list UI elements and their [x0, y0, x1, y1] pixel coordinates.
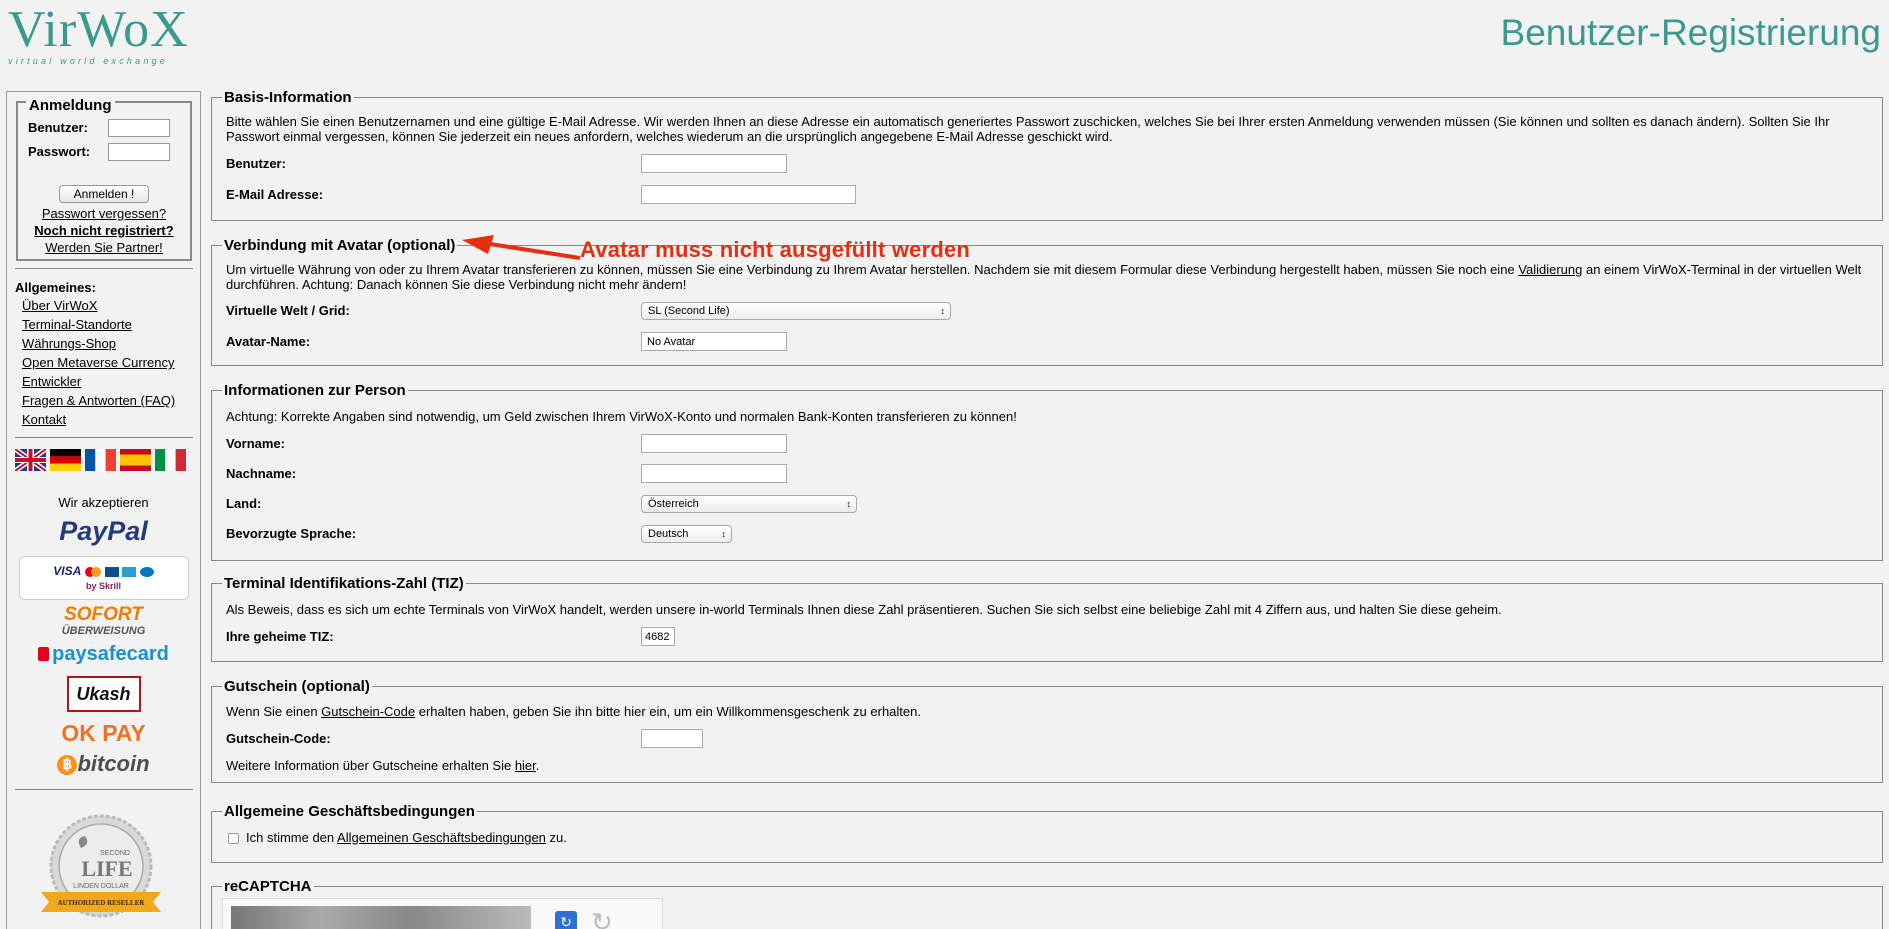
login-password-label: Passwort: — [28, 144, 91, 159]
terms-checkbox[interactable] — [228, 833, 239, 844]
section-description: Bitte wählen Sie einen Benutzernamen und… — [226, 114, 1830, 144]
okpay-logo: OK PAY — [61, 720, 146, 746]
section-legend: Terminal Identifikations-Zahl (TIZ) — [222, 575, 466, 592]
sidebar: Anmeldung Benutzer: Passwort: Anmelden !… — [6, 91, 201, 929]
sofort-logo: SOFORT ÜBERWEISUNG — [61, 604, 146, 637]
email-input[interactable] — [641, 185, 856, 204]
flag-italy-icon[interactable] — [155, 449, 186, 471]
nav-open-metaverse-currency[interactable]: Open Metaverse Currency — [22, 355, 174, 370]
country-select[interactable]: Österreich ↕ — [641, 495, 857, 513]
paysafecard-logo: paysafecard — [7, 643, 200, 666]
voucher-label: Gutschein-Code: — [226, 731, 331, 746]
language-select[interactable]: Deutsch ↕ — [641, 525, 732, 543]
ukash-logo: Ukash — [7, 676, 200, 712]
logo-word: VirWoX — [8, 1, 189, 58]
paypal-logo: PayPal — [59, 516, 148, 546]
section-description: Um virtuelle Währung von oder zu Ihrem A… — [226, 262, 1862, 292]
refresh-icon[interactable]: ↻ — [555, 911, 577, 929]
svg-text:AUTHORIZED RESELLER: AUTHORIZED RESELLER — [58, 899, 146, 907]
country-label: Land: — [226, 496, 262, 511]
divider — [15, 268, 193, 269]
login-password-input[interactable] — [108, 143, 170, 161]
second-life-reseller-seal: SECOND LIFE LINDEN DOLLAR AUTHORIZED RES… — [41, 814, 161, 918]
virtual-world-label: Virtuelle Welt / Grid: — [226, 303, 350, 318]
login-user-input[interactable] — [108, 119, 170, 137]
terms-link[interactable]: Allgemeinen Geschäftsbedingungen — [337, 830, 546, 845]
section-voucher: Gutschein (optional) Wenn Sie einen Guts… — [211, 678, 1883, 783]
flag-uk-icon[interactable] — [15, 449, 46, 471]
section-basis-information: Basis-Information Bitte wählen Sie einen… — [211, 89, 1883, 221]
virwox-logo[interactable]: VirWoX virtual world exchange — [8, 1, 208, 67]
captcha-image — [231, 906, 531, 929]
virtual-world-select[interactable]: SL (Second Life) ↕ — [641, 302, 951, 320]
tiz-input[interactable]: 4682 — [641, 627, 675, 646]
annotation-arrow-icon — [462, 235, 580, 260]
section-legend: Gutschein (optional) — [222, 678, 372, 695]
reload-icon[interactable]: ↻ — [591, 907, 613, 929]
tiz-label: Ihre geheime TIZ: — [226, 629, 334, 644]
flag-france-icon[interactable] — [85, 449, 116, 471]
validation-link[interactable]: Validierung — [1518, 262, 1582, 277]
annotation-text: Avatar muss nicht ausgefüllt werden — [580, 237, 971, 262]
nav-developers[interactable]: Entwickler — [22, 374, 81, 389]
nav-currency-shop[interactable]: Währungs-Shop — [22, 336, 116, 351]
section-legend: reCAPTCHA — [222, 878, 314, 895]
avatar-name-input[interactable]: No Avatar — [641, 332, 787, 351]
general-title: Allgemeines: — [15, 280, 96, 295]
forgot-password-link[interactable]: Passwort vergessen? — [18, 206, 190, 221]
username-input[interactable] — [641, 154, 787, 173]
voucher-info-link[interactable]: hier — [515, 758, 536, 773]
section-recaptcha: reCAPTCHA ↻ ↻ — [211, 878, 1883, 929]
nav-contact[interactable]: Kontakt — [22, 412, 66, 427]
voucher-input[interactable] — [641, 729, 703, 748]
firstname-label: Vorname: — [226, 436, 285, 451]
username-label: Benutzer: — [226, 156, 286, 171]
nav-faq[interactable]: Fragen & Antworten (FAQ) — [22, 393, 175, 408]
nav-terminal-locations[interactable]: Terminal-Standorte — [22, 317, 132, 332]
page-title: Benutzer-Registrierung — [1500, 12, 1881, 53]
section-legend: Basis-Information — [222, 89, 354, 106]
svg-text:LINDEN DOLLAR: LINDEN DOLLAR — [73, 883, 129, 890]
voucher-code-link[interactable]: Gutschein-Code — [321, 704, 415, 719]
svg-text:LIFE: LIFE — [81, 856, 132, 881]
flag-germany-icon[interactable] — [50, 449, 81, 471]
section-description: Achtung: Korrekte Angaben sind notwendig… — [226, 409, 1017, 424]
avatar-name-label: Avatar-Name: — [226, 334, 311, 349]
firstname-input[interactable] — [641, 434, 787, 453]
flag-spain-icon[interactable] — [120, 449, 151, 471]
login-button[interactable]: Anmelden ! — [59, 185, 149, 203]
recaptcha-widget: ↻ ↻ — [222, 898, 663, 929]
login-box: Anmeldung Benutzer: Passwort: Anmelden !… — [16, 97, 192, 261]
divider — [15, 437, 193, 438]
bitcoin-logo: ฿ bitcoin — [7, 751, 200, 777]
login-title: Anmeldung — [26, 97, 115, 114]
select-arrows-icon: ↕ — [940, 306, 946, 316]
register-link[interactable]: Noch nicht registriert? — [18, 223, 190, 238]
lastname-input[interactable] — [641, 464, 787, 483]
section-tiz: Terminal Identifikations-Zahl (TIZ) Als … — [211, 575, 1883, 662]
skrill-cards-logo: VISA by Skrill — [7, 556, 200, 600]
divider — [15, 789, 193, 790]
section-legend: Allgemeine Geschäftsbedingungen — [222, 803, 477, 820]
nav-about[interactable]: Über VirWoX — [22, 298, 97, 313]
email-label: E-Mail Adresse: — [226, 187, 324, 202]
we-accept-label: Wir akzeptieren — [58, 495, 149, 510]
lastname-label: Nachname: — [226, 466, 297, 481]
voucher-more-info: Weitere Information über Gutscheine erha… — [226, 758, 540, 773]
select-arrows-icon: ↕ — [846, 499, 852, 509]
language-label: Bevorzugte Sprache: — [226, 526, 357, 541]
terms-text: Ich stimme den Allgemeinen Geschäftsbedi… — [246, 830, 567, 845]
select-arrows-icon: ↕ — [721, 529, 727, 539]
login-user-label: Benutzer: — [28, 120, 88, 135]
partner-link[interactable]: Werden Sie Partner! — [18, 240, 190, 255]
section-legend: Verbindung mit Avatar (optional) — [222, 237, 458, 254]
section-description: Als Beweis, dass es sich um echte Termin… — [226, 602, 1502, 617]
section-description: Wenn Sie einen Gutschein-Code erhalten h… — [226, 704, 921, 719]
section-legend: Informationen zur Person — [222, 382, 408, 399]
section-terms: Allgemeine Geschäftsbedingungen Ich stim… — [211, 803, 1883, 863]
section-person: Informationen zur Person Achtung: Korrek… — [211, 382, 1883, 561]
